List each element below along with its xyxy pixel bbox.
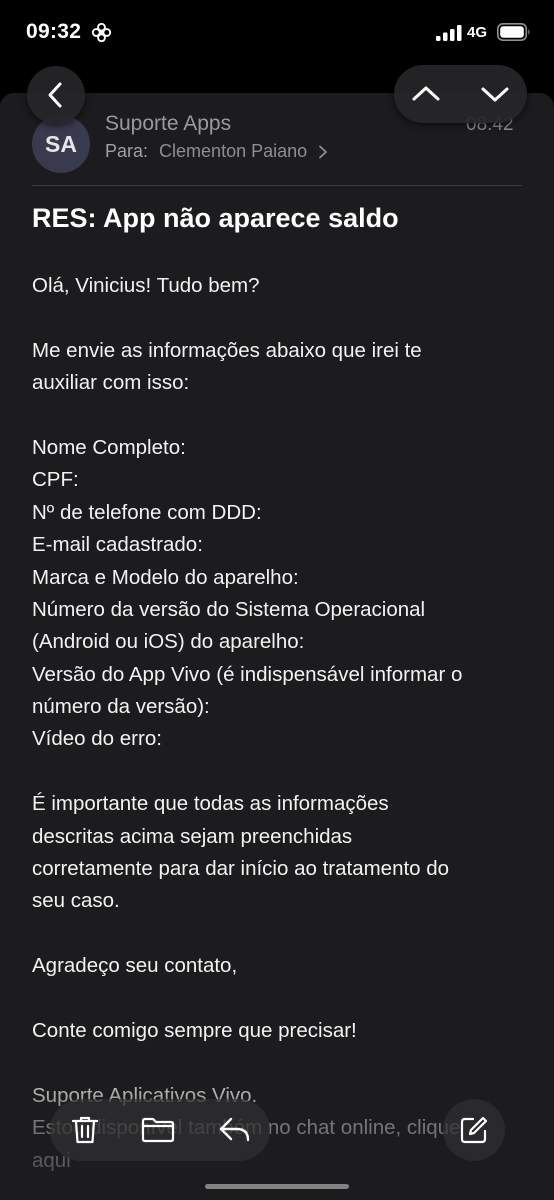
- recipient-label: Para:: [105, 141, 149, 161]
- body-line: Me envie as informações abaixo que irei …: [32, 338, 422, 362]
- body-line: (Android ou iOS) do aparelho:: [32, 630, 305, 654]
- body-line: Número da versão do Sistema Operacional: [32, 597, 426, 621]
- next-message-button[interactable]: [463, 65, 527, 123]
- message-navigation: [394, 65, 527, 123]
- body-line: Agradeço seu contato,: [32, 954, 238, 978]
- trash-icon: [71, 1116, 99, 1144]
- body-line: É importante que todas as informações: [32, 792, 389, 816]
- body-blank-line: [32, 918, 528, 950]
- body-blank-line: [32, 983, 528, 1015]
- body-line: número da versão):: [32, 695, 210, 719]
- cellular-signal-icon: [436, 25, 462, 41]
- body-blank-line: [32, 302, 528, 334]
- battery-icon: [497, 23, 530, 41]
- body-line: Versão do App Vivo (é indispensável info…: [32, 662, 463, 686]
- folder-icon: [141, 1117, 175, 1143]
- network-type: 4G: [467, 24, 488, 41]
- body-line: Olá, Vinicius! Tudo bem?: [32, 274, 260, 297]
- recipient-row[interactable]: Para: Clementon Paiano: [105, 141, 328, 162]
- body-line: corretamente para dar início ao tratamen…: [32, 857, 450, 881]
- body-line: auxiliar com isso:: [32, 371, 190, 395]
- body-line: Nome Completo:: [32, 435, 186, 459]
- email-subject: RES: App não aparece saldo: [32, 203, 399, 233]
- avatar[interactable]: SA: [32, 115, 90, 173]
- previous-message-button[interactable]: [394, 65, 458, 123]
- body-line: descritas acima sejam preenchidas: [32, 824, 353, 848]
- body-line: seu caso.: [32, 889, 120, 913]
- delete-button[interactable]: [54, 1099, 116, 1161]
- body-line: Marca e Modelo do aparelho:: [32, 565, 299, 589]
- chevron-down-icon: [481, 87, 509, 102]
- recipient-name: Clementon Paiano: [159, 141, 308, 161]
- chevron-up-icon: [412, 86, 440, 101]
- body-line: E-mail cadastrado:: [32, 533, 203, 557]
- body-blank-line: [32, 400, 528, 432]
- reply-icon: [219, 1117, 250, 1142]
- move-to-folder-button[interactable]: [127, 1099, 189, 1161]
- body-line: Vídeo do erro:: [32, 727, 162, 751]
- body-line: Conte comigo sempre que precisar!: [32, 1018, 357, 1042]
- header-divider: [32, 185, 522, 186]
- body-line: Nº de telefone com DDD:: [32, 500, 262, 524]
- focus-flower-icon: [91, 22, 112, 43]
- chevron-left-icon: [48, 82, 62, 108]
- sender-name[interactable]: Suporte Apps: [105, 112, 231, 136]
- chevron-right-icon: [319, 145, 328, 159]
- reply-button[interactable]: [204, 1099, 266, 1161]
- status-bar: 09:32 4G: [0, 0, 554, 60]
- body-line: CPF:: [32, 468, 79, 492]
- status-time: 09:32: [26, 20, 82, 43]
- home-indicator: [205, 1184, 349, 1189]
- compose-button[interactable]: [443, 1099, 505, 1161]
- email-body: Olá, Vinicius! Tudo bem? Me envie as inf…: [32, 270, 528, 1177]
- compose-icon: [460, 1116, 488, 1144]
- action-toolbar: [50, 1099, 270, 1161]
- body-blank-line: [32, 756, 528, 788]
- back-button[interactable]: [27, 66, 85, 124]
